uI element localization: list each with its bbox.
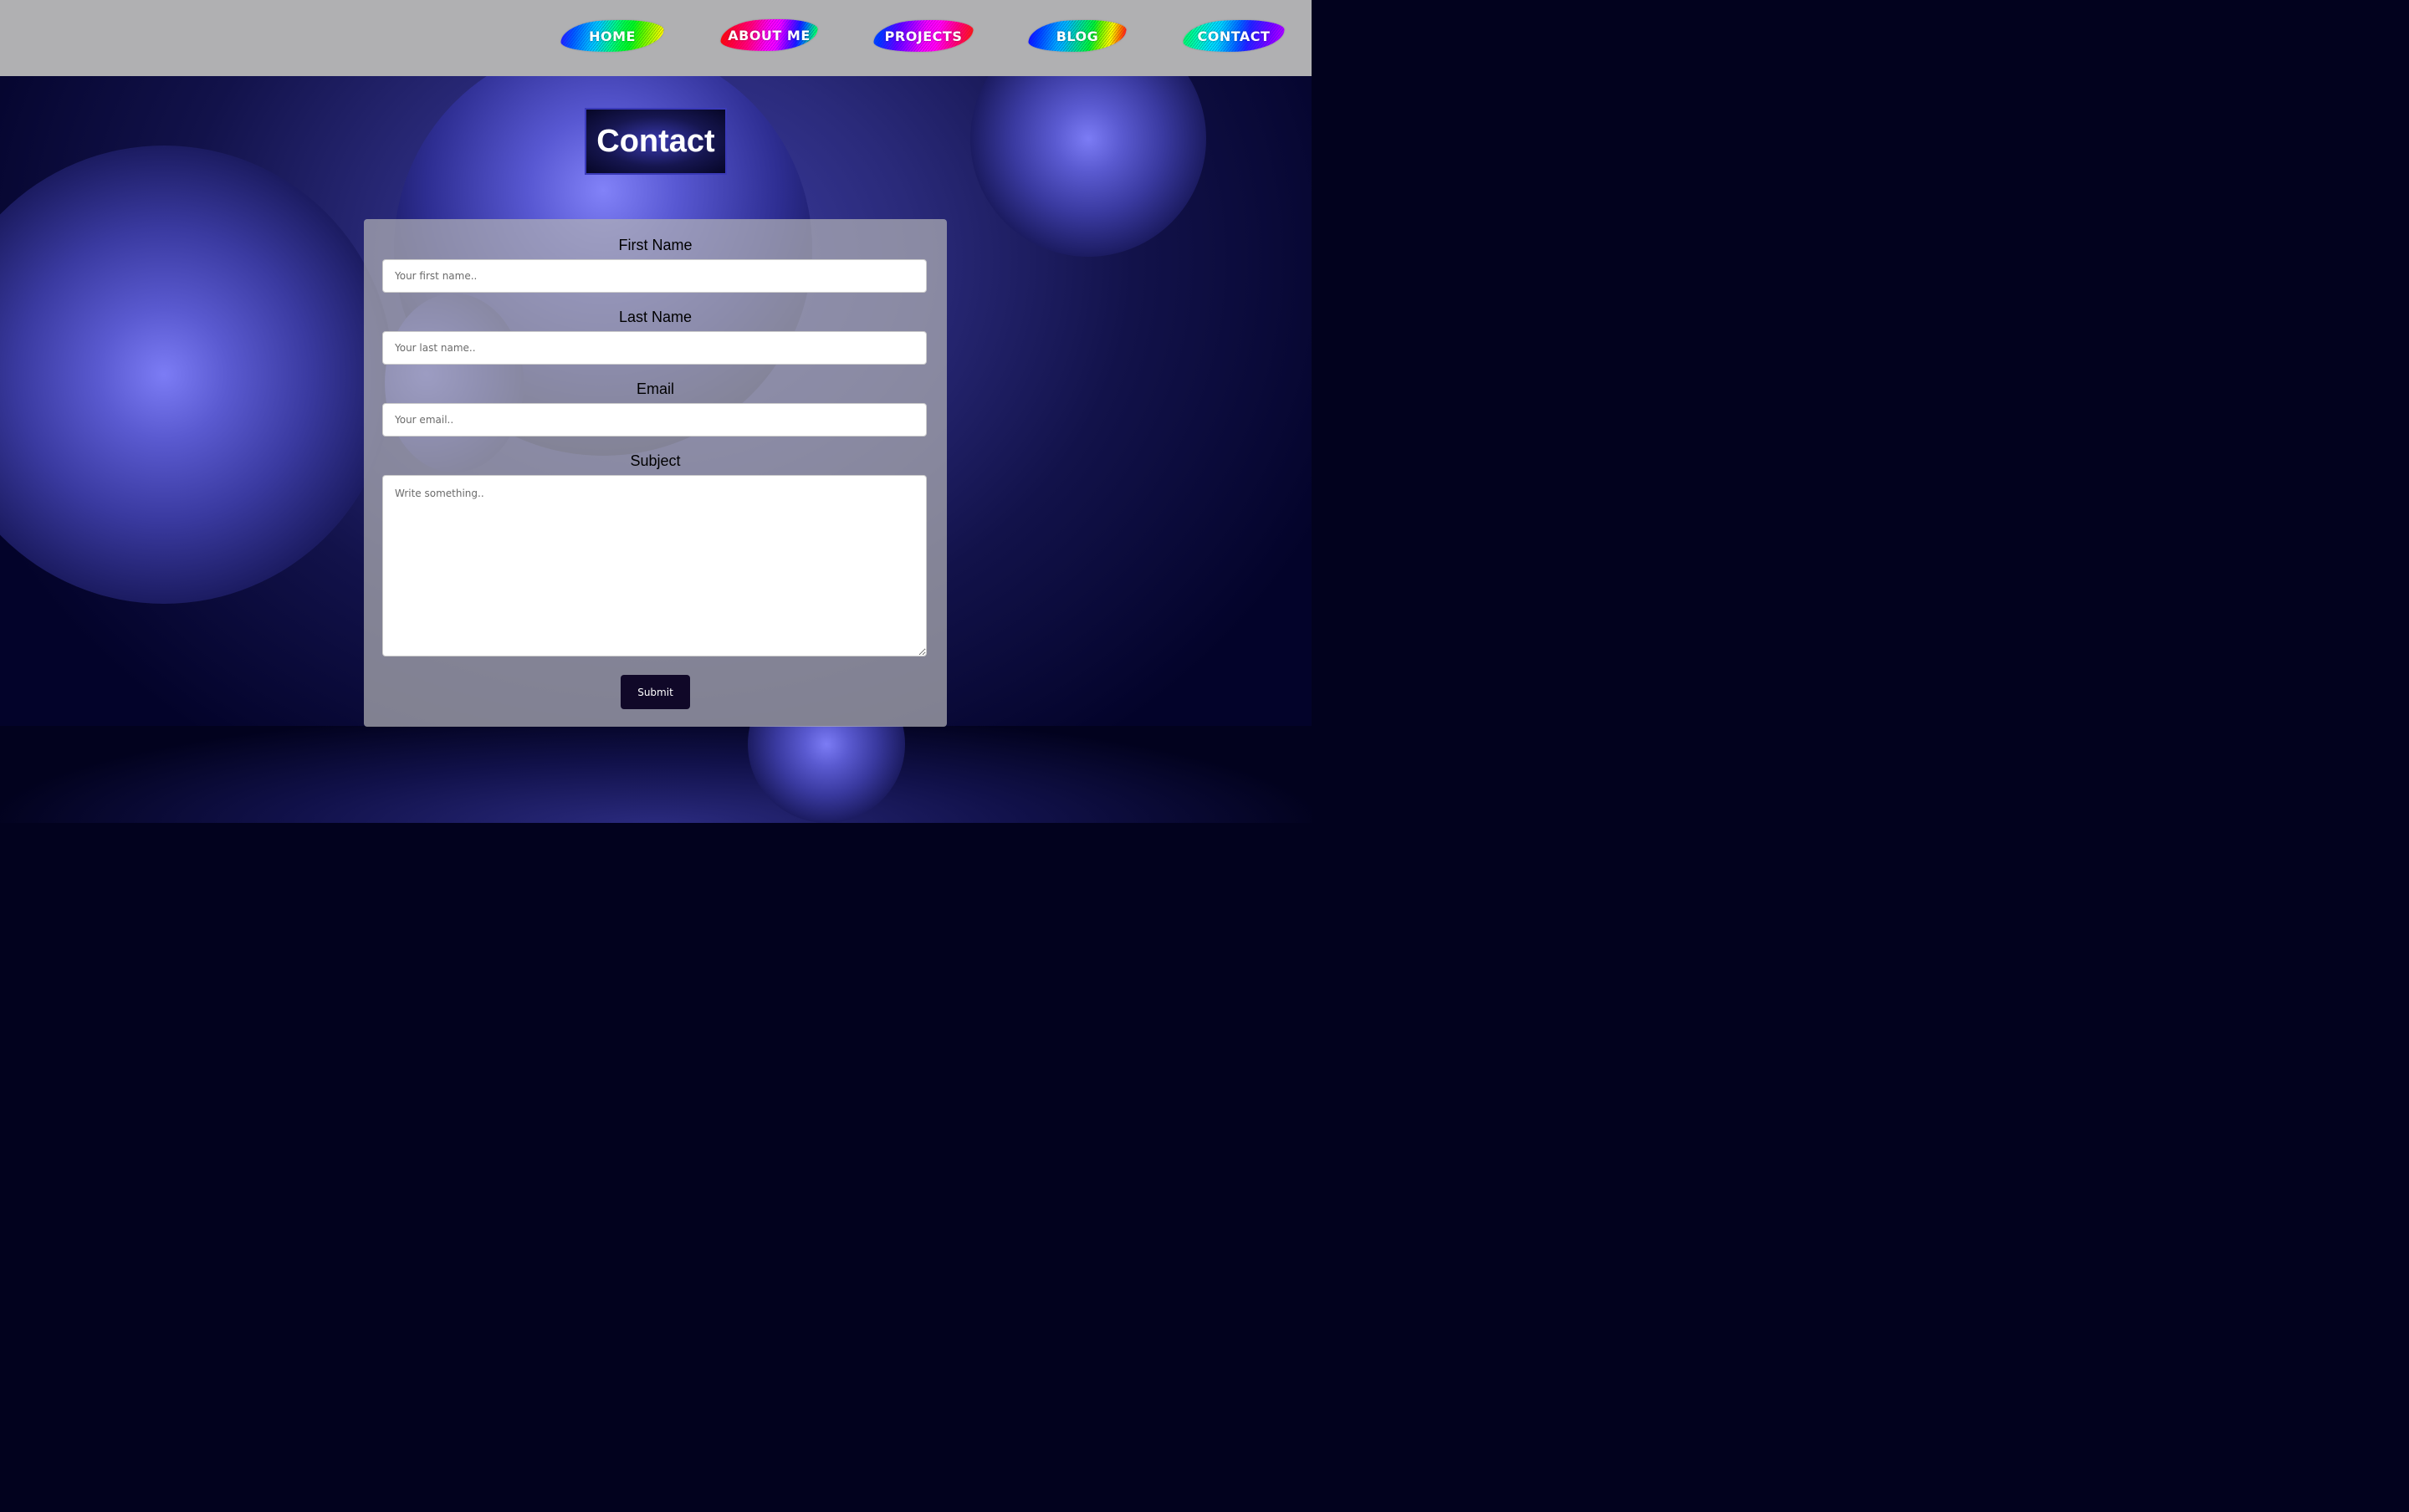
nav-label-blog: BLOG xyxy=(1056,28,1099,44)
nav-link-about-me[interactable]: ABOUT ME xyxy=(718,18,821,53)
last-name-label: Last Name xyxy=(618,309,693,325)
nav-label-projects: PROJECTS xyxy=(884,28,963,44)
nav-label-home: HOME xyxy=(589,28,636,44)
decorative-sphere xyxy=(970,76,1206,257)
first-name-label: First Name xyxy=(618,237,693,253)
subject-label: Subject xyxy=(630,452,681,469)
email-label: Email xyxy=(636,381,674,397)
nav-link-projects[interactable]: PROJECTS xyxy=(871,18,976,54)
decorative-sphere xyxy=(748,726,905,823)
page-title-box: Contact xyxy=(585,108,727,175)
lower-background xyxy=(0,726,1312,823)
nav-label-about-me: ABOUT ME xyxy=(728,27,811,43)
submit-button[interactable]: Submit xyxy=(621,675,690,709)
nav-label-contact: CONTACT xyxy=(1197,28,1271,44)
decorative-sphere xyxy=(0,146,393,604)
contact-form: First Name Last Name Email Subject Submi… xyxy=(364,219,947,727)
page-title: Contact xyxy=(596,123,715,159)
nav-link-contact[interactable]: CONTACT xyxy=(1180,18,1287,54)
nav-link-blog[interactable]: BLOG xyxy=(1025,18,1129,54)
nav-link-home[interactable]: HOME xyxy=(558,18,667,54)
top-navbar: HOME ABOUT ME PROJECTS BLOG CONTACT xyxy=(0,0,1312,76)
email-input[interactable] xyxy=(382,403,927,437)
last-name-input[interactable] xyxy=(382,331,927,365)
first-name-input[interactable] xyxy=(382,259,927,293)
subject-textarea[interactable] xyxy=(382,475,927,656)
